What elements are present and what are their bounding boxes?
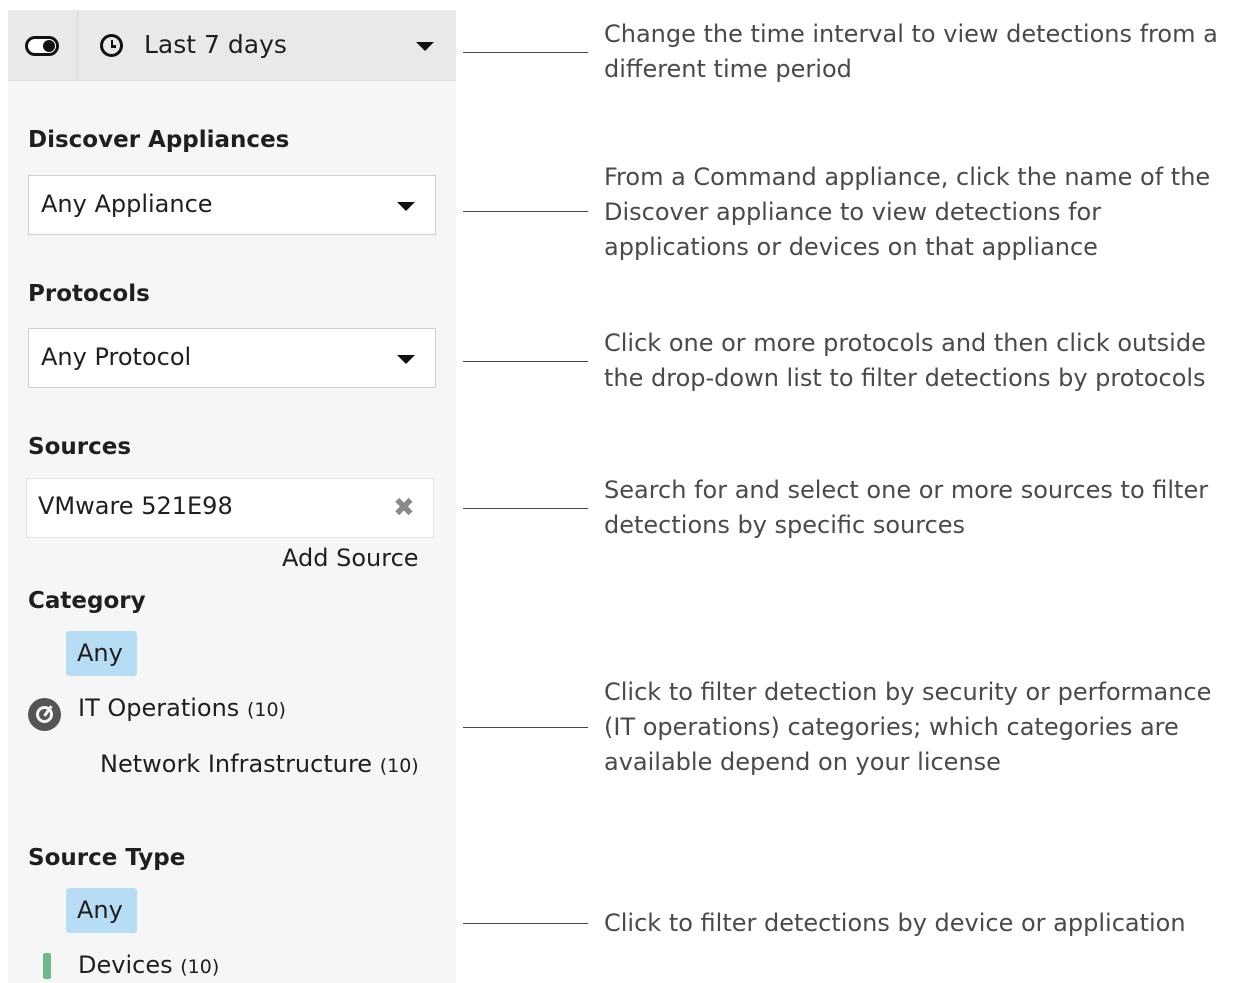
- protocols-heading: Protocols: [28, 281, 150, 307]
- category-heading: Category: [28, 588, 146, 614]
- category-item-label: IT Operations: [78, 694, 240, 722]
- device-bar-icon: [43, 953, 51, 979]
- category-item-label: Network Infrastructure: [100, 750, 373, 778]
- discover-appliance-dropdown[interactable]: Any Appliance: [28, 175, 436, 235]
- leader-line: [463, 923, 588, 924]
- annotation-protocols: Click one or more protocols and then cli…: [604, 329, 1206, 392]
- source-type-heading: Source Type: [28, 845, 186, 871]
- source-type-item-label: Devices: [78, 951, 173, 979]
- chevron-down-icon: [416, 42, 434, 51]
- chevron-down-icon: [397, 202, 415, 211]
- category-network-infrastructure[interactable]: Network Infrastructure (10): [100, 750, 419, 778]
- annotation-discover-appliance: From a Command appliance, click the name…: [604, 163, 1211, 261]
- leader-line: [463, 727, 588, 728]
- category-any-label: Any: [77, 639, 123, 667]
- discover-appliances-heading: Discover Appliances: [28, 127, 290, 153]
- gauge-icon: [28, 698, 61, 731]
- chevron-down-icon: [397, 355, 415, 364]
- discover-appliance-value: Any Appliance: [41, 190, 213, 218]
- annotation-category: Click to filter detection by security or…: [604, 678, 1212, 776]
- source-type-any-label: Any: [77, 896, 123, 924]
- source-type-item-count: (10): [180, 956, 220, 978]
- source-search-input[interactable]: VMware 521E98 ✖: [26, 478, 434, 538]
- time-interval-selector[interactable]: Last 7 days: [8, 10, 456, 81]
- leader-line: [463, 211, 588, 212]
- source-type-any-button[interactable]: Any: [66, 888, 137, 933]
- annotation-sources: Search for and select one or more source…: [604, 476, 1209, 539]
- add-source-button[interactable]: Add Source: [282, 544, 419, 572]
- clock-icon: [100, 34, 123, 57]
- leader-line: [463, 361, 588, 362]
- sources-heading: Sources: [28, 434, 132, 460]
- leader-line: [463, 52, 588, 53]
- category-item-count: (10): [379, 755, 419, 777]
- time-interval-label: Last 7 days: [144, 30, 287, 59]
- annotation-source-type: Click to filter detections by device or …: [604, 909, 1186, 937]
- leader-line: [463, 508, 588, 509]
- source-type-devices[interactable]: Devices (10): [78, 951, 219, 979]
- category-item-count: (10): [246, 699, 286, 721]
- protocol-value: Any Protocol: [41, 343, 192, 371]
- category-it-operations[interactable]: IT Operations (10): [78, 694, 286, 722]
- selected-source-chip: VMware 521E98: [38, 492, 233, 520]
- toggle-icon: [25, 36, 59, 56]
- clear-icon[interactable]: ✖: [393, 493, 415, 523]
- annotation-time-interval: Change the time interval to view detecti…: [604, 20, 1218, 83]
- category-any-button[interactable]: Any: [66, 631, 137, 676]
- panel-toggle-button[interactable]: [8, 10, 78, 81]
- protocol-dropdown[interactable]: Any Protocol: [28, 328, 436, 388]
